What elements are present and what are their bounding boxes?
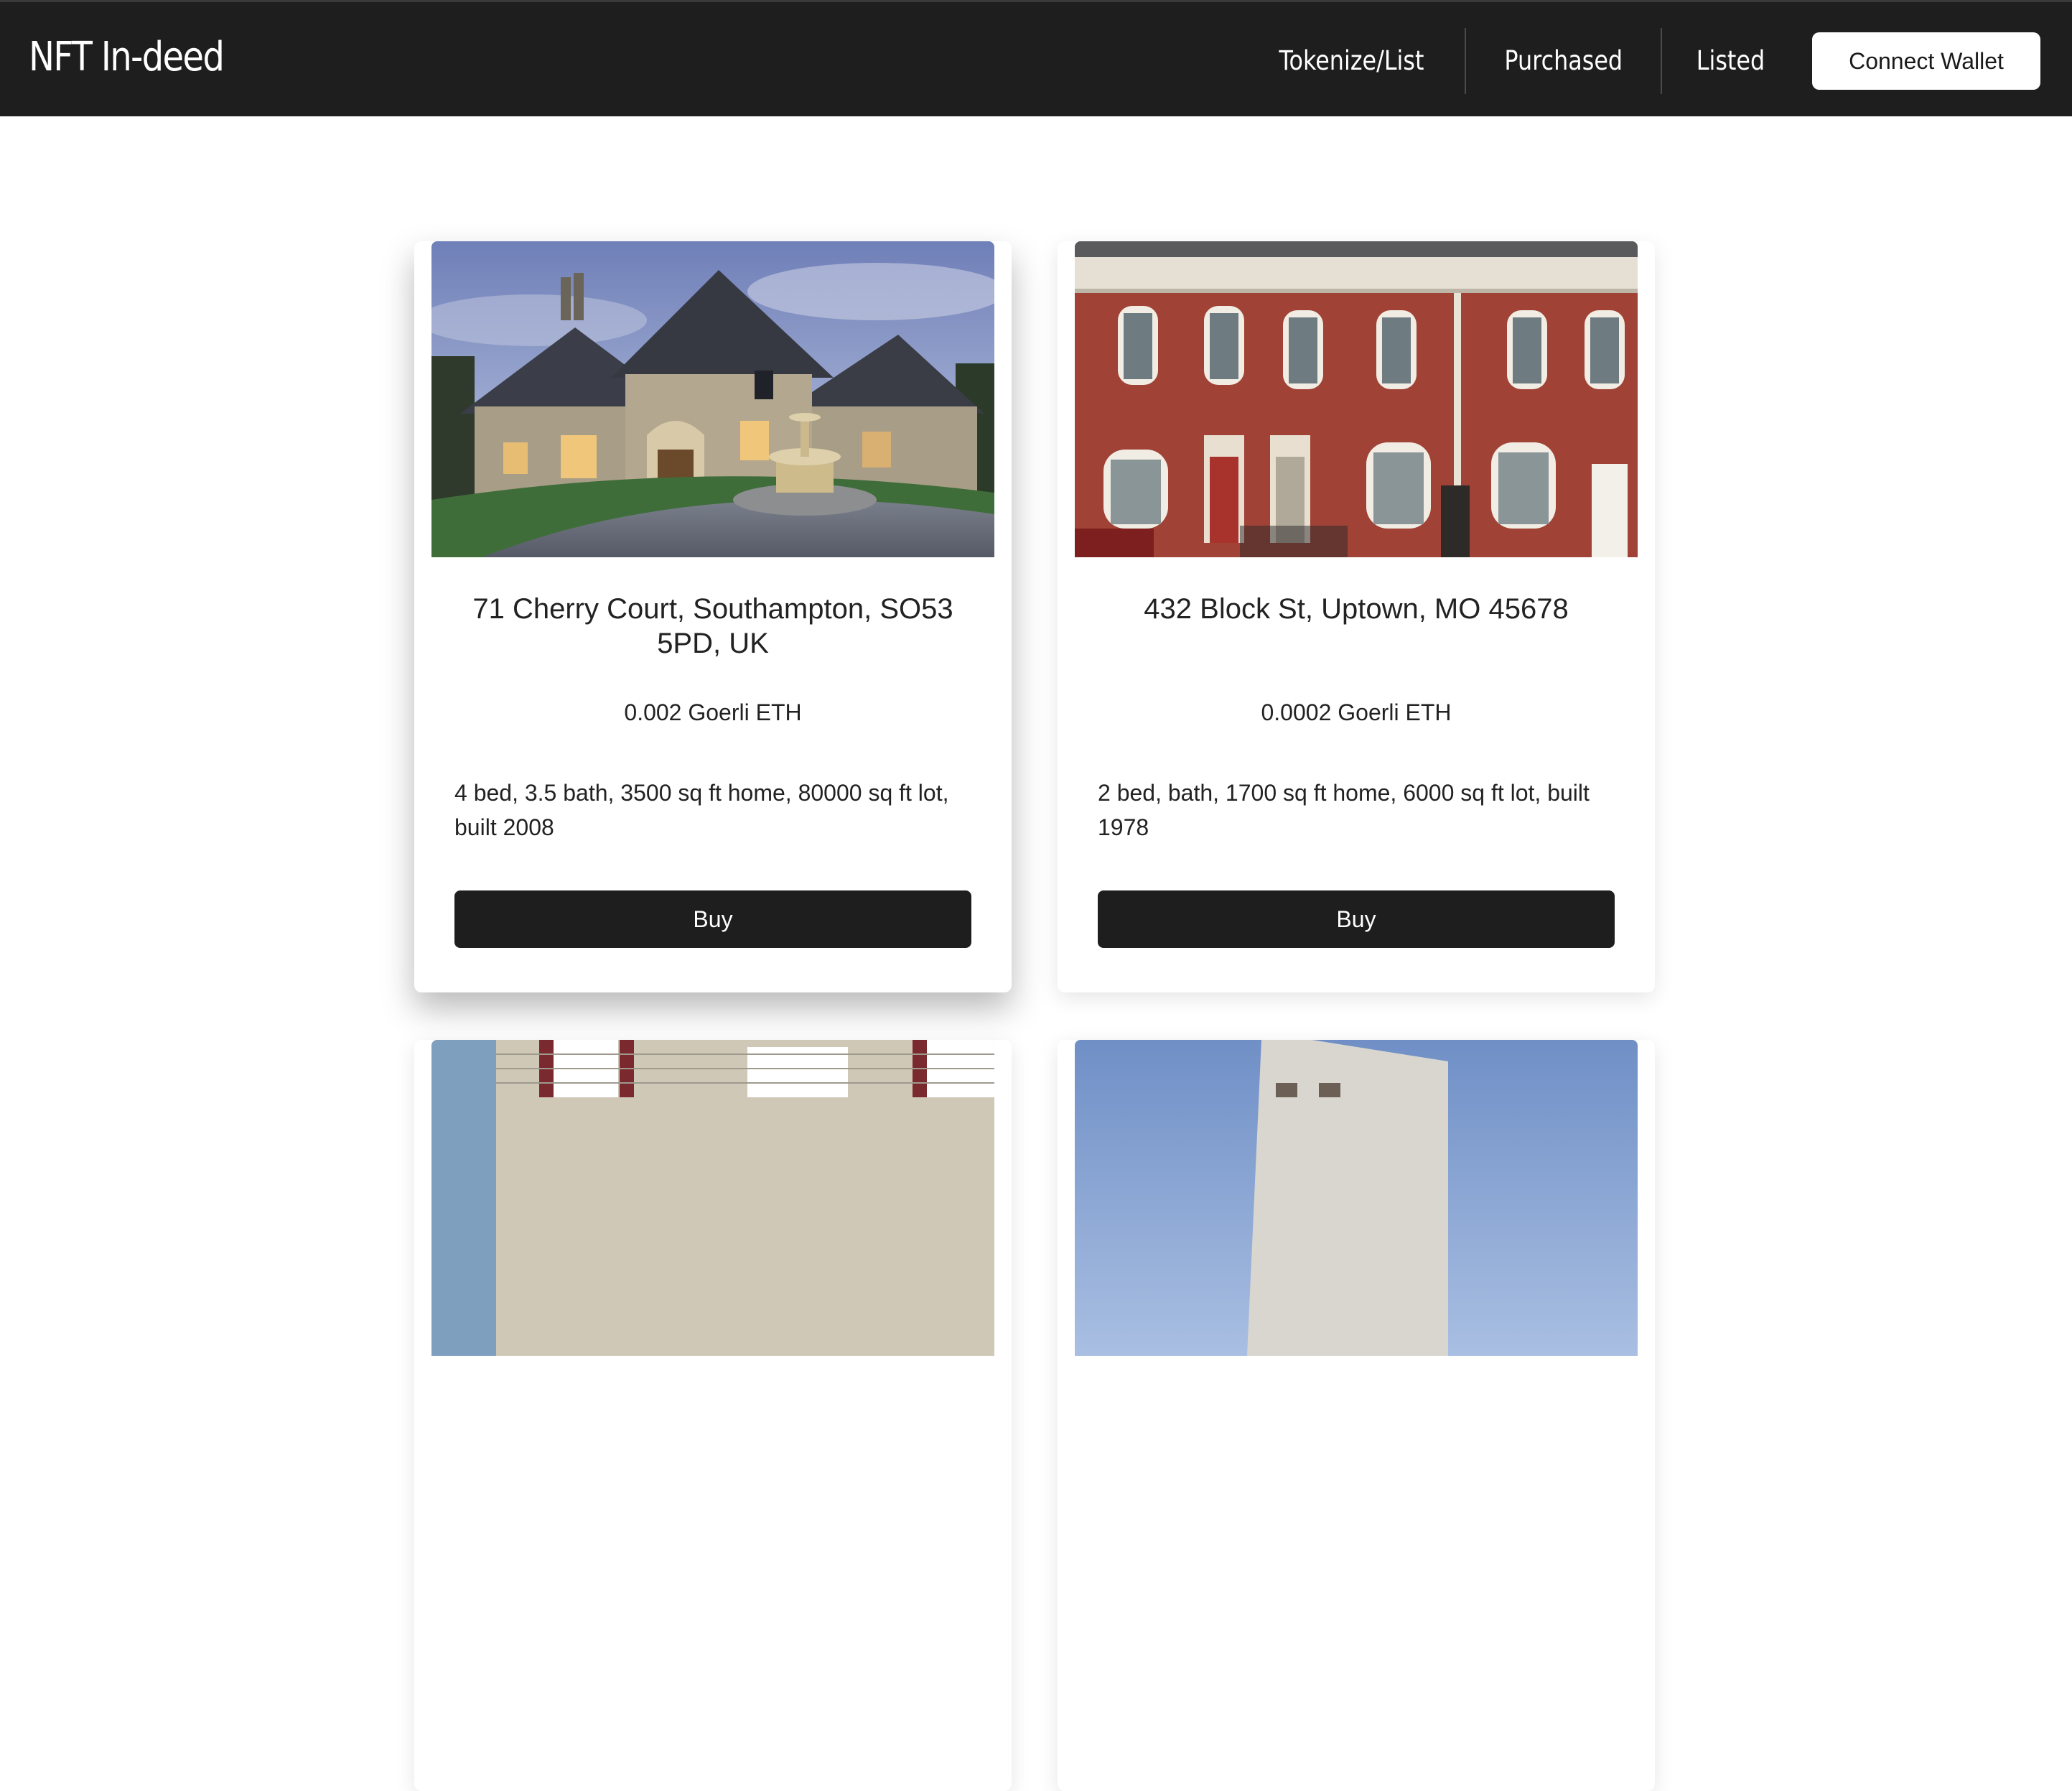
listing-card[interactable]: 432 Block St, Uptown, MO 45678 0.0002 Go… bbox=[1058, 241, 1655, 992]
listing-card[interactable]: 71 Cherry Court, Southampton, SO53 5PD, … bbox=[414, 241, 1012, 992]
property-address: 71 Cherry Court, Southampton, SO53 5PD, … bbox=[472, 593, 953, 659]
property-image[interactable] bbox=[1075, 1040, 1638, 1356]
property-price: 0.0002 Goerli ETH bbox=[1261, 699, 1452, 725]
listing-card[interactable] bbox=[1058, 1040, 1655, 1791]
listing-card[interactable] bbox=[414, 1040, 1012, 1791]
property-image[interactable] bbox=[431, 1040, 994, 1356]
buy-button[interactable]: Buy bbox=[454, 890, 971, 948]
buy-button[interactable]: Buy bbox=[1098, 890, 1615, 948]
property-description: 2 bed, bath, 1700 sq ft home, 6000 sq ft… bbox=[1098, 780, 1590, 840]
property-price: 0.002 Goerli ETH bbox=[624, 699, 802, 725]
property-description: 4 bed, 3.5 bath, 3500 sq ft home, 80000 … bbox=[454, 780, 949, 840]
property-image[interactable] bbox=[431, 241, 994, 557]
property-address: 432 Block St, Uptown, MO 45678 bbox=[1144, 593, 1569, 625]
property-image[interactable] bbox=[1075, 241, 1638, 557]
listings-grid: 71 Cherry Court, Southampton, SO53 5PD, … bbox=[0, 0, 2072, 1791]
